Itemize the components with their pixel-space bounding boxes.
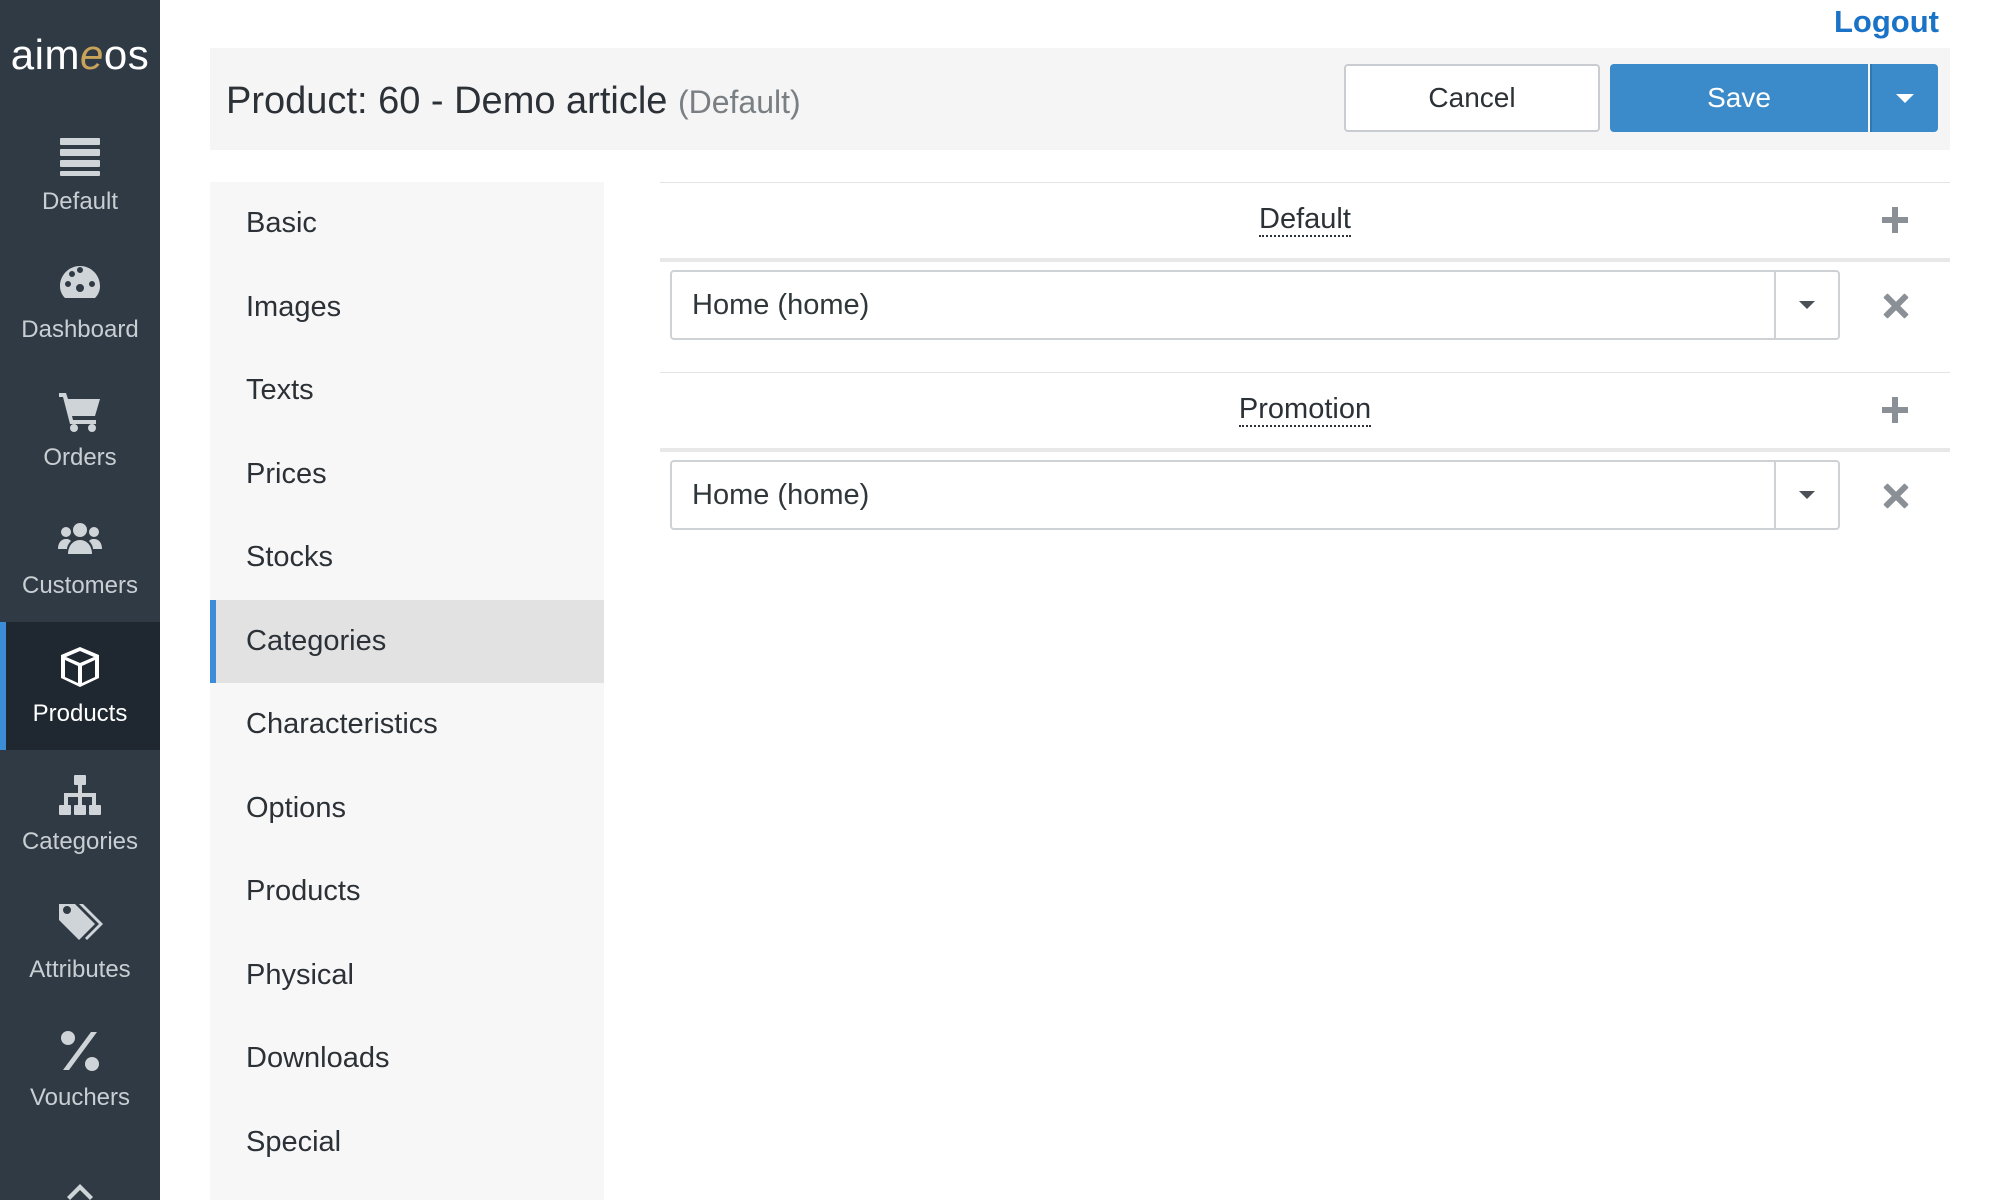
tab-images[interactable]: Images: [210, 266, 604, 350]
tab-categories[interactable]: Categories: [210, 599, 604, 683]
tab-options[interactable]: Options: [210, 767, 604, 851]
server-icon: [55, 132, 105, 178]
item-header: Product: 60 - Demo article (Default) Can…: [210, 48, 1950, 150]
chevron-up-icon[interactable]: [0, 1178, 160, 1200]
sidebar-item-vouchers[interactable]: Vouchers: [0, 1006, 160, 1134]
site-label: (Default): [677, 84, 801, 120]
category-group-default: Default Home (home): [660, 182, 1950, 372]
category-select[interactable]: Home (home): [670, 270, 1840, 340]
save-options-button[interactable]: [1870, 64, 1938, 132]
select-dropdown-toggle[interactable]: [1774, 272, 1838, 338]
sidebar-item-label: Default: [41, 188, 119, 215]
caret-down-icon: [1799, 491, 1815, 499]
group-header: Default: [660, 182, 1950, 262]
remove-category-button[interactable]: [1884, 294, 1908, 318]
cancel-button[interactable]: Cancel: [1344, 64, 1600, 132]
group-title: Default: [1259, 203, 1351, 237]
caret-down-icon: [1896, 93, 1914, 103]
add-category-button[interactable]: [1882, 207, 1908, 233]
remove-category-button[interactable]: [1884, 484, 1908, 508]
tab-downloads[interactable]: Downloads: [210, 1017, 604, 1101]
sidebar-item-dashboard[interactable]: Dashboard: [0, 238, 160, 366]
tab-physical[interactable]: Physical: [210, 934, 604, 1018]
tab-products[interactable]: Products: [210, 850, 604, 934]
tab-prices[interactable]: Prices: [210, 433, 604, 517]
select-dropdown-toggle[interactable]: [1774, 462, 1838, 528]
cart-icon: [55, 388, 105, 434]
sidebar-item-label: Categories: [21, 828, 139, 855]
category-select-value: Home (home): [692, 288, 870, 321]
sidebar-item-label: Customers: [21, 572, 139, 599]
tags-icon: [55, 900, 105, 946]
sidebar-item-attributes[interactable]: Attributes: [0, 878, 160, 1006]
group-title: Promotion: [1238, 393, 1372, 427]
sidebar-item-orders[interactable]: Orders: [0, 366, 160, 494]
save-button[interactable]: Save: [1610, 64, 1868, 132]
tab-special[interactable]: Special: [210, 1101, 604, 1185]
tab-stocks[interactable]: Stocks: [210, 516, 604, 600]
sidebar-item-label: Vouchers: [29, 1084, 131, 1111]
sidebar-item-default[interactable]: Default: [0, 110, 160, 238]
tab-characteristics[interactable]: Characteristics: [210, 683, 604, 767]
sidebar-item-label: Attributes: [29, 956, 131, 983]
sitemap-icon: [55, 772, 105, 818]
category-select-value: Home (home): [692, 478, 870, 511]
percent-icon: [55, 1028, 105, 1074]
caret-down-icon: [1799, 301, 1815, 309]
sidebar-item-label: Products: [32, 700, 128, 727]
category-row: Home (home): [660, 262, 1950, 372]
sidebar-item-label: Dashboard: [21, 316, 139, 343]
sidebar-item-products[interactable]: Products: [0, 622, 160, 750]
main-sidebar: aim e os Default Dashboard Orders Customer…: [0, 0, 160, 1200]
page-title-text: Product: 60 - Demo article: [226, 80, 668, 122]
categories-panel: Default Home (home) Promotion Home (home…: [660, 182, 1950, 562]
category-row: Home (home): [660, 452, 1950, 562]
dashboard-icon: [55, 260, 105, 306]
category-group-promotion: Promotion Home (home): [660, 372, 1950, 562]
logout-link[interactable]: Logout: [1834, 4, 1939, 40]
sidebar-item-customers[interactable]: Customers: [0, 494, 160, 622]
users-icon: [55, 516, 105, 562]
item-navigation-tabs: Basic Images Texts Prices Stocks Categor…: [210, 182, 604, 1200]
page-title: Product: 60 - Demo article (Default): [226, 80, 801, 123]
group-header: Promotion: [660, 372, 1950, 452]
sidebar-item-categories[interactable]: Categories: [0, 750, 160, 878]
tab-basic[interactable]: Basic: [210, 182, 604, 266]
box-icon: [55, 644, 105, 690]
add-category-button[interactable]: [1882, 397, 1908, 423]
sidebar-item-label: Orders: [43, 444, 117, 471]
category-select[interactable]: Home (home): [670, 460, 1840, 530]
tab-texts[interactable]: Texts: [210, 349, 604, 433]
aimeos-logo[interactable]: aim e os: [0, 0, 160, 110]
